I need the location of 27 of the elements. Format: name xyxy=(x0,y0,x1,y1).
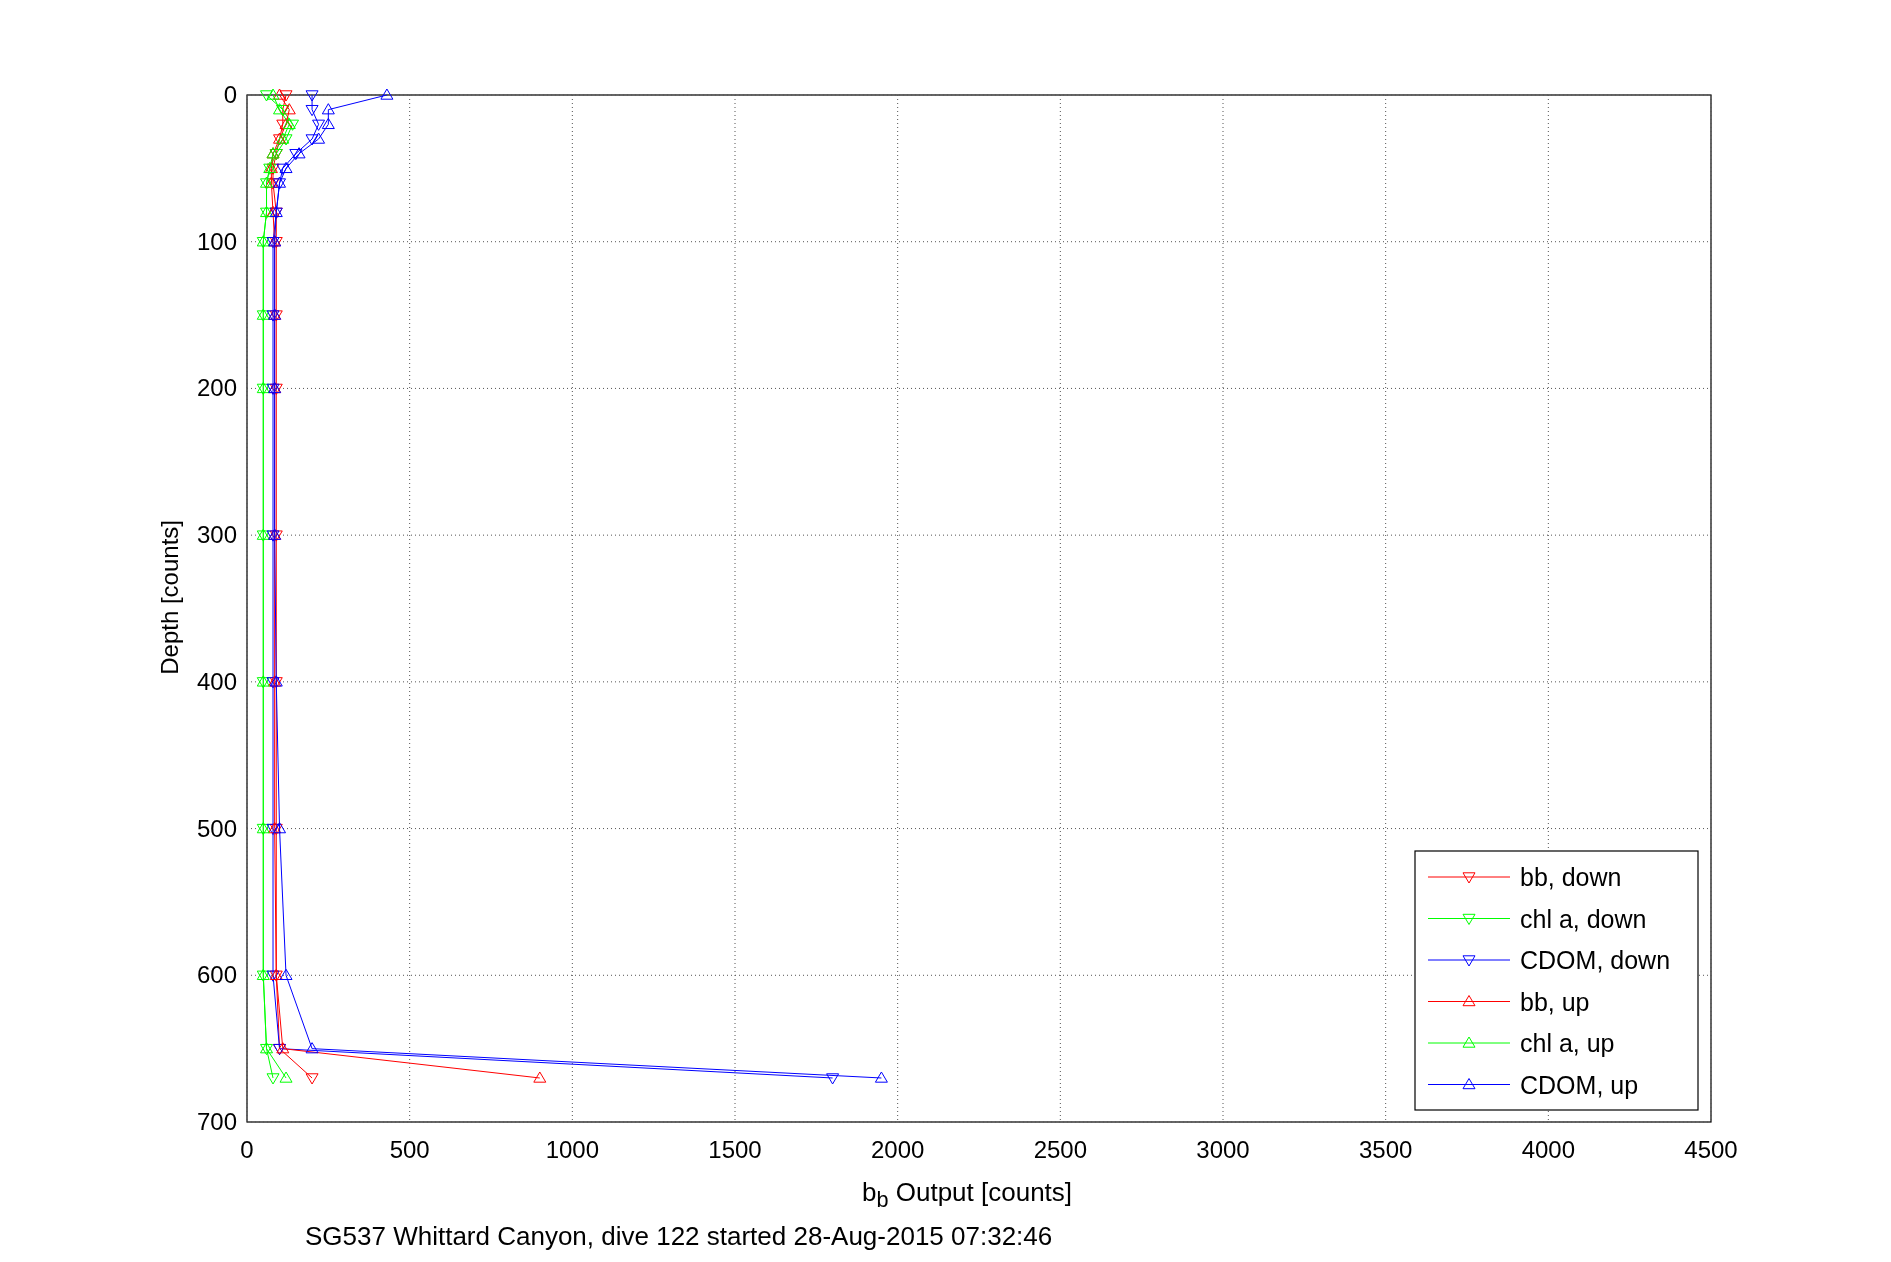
y-tick-label: 300 xyxy=(196,521,237,549)
legend-label: chl a, down xyxy=(1520,904,1647,933)
y-tick-label: 100 xyxy=(196,227,237,255)
x-tick-label: 0 xyxy=(240,1136,254,1163)
y-axis-label: Depth [counts] xyxy=(156,520,184,675)
y-tick-label: 700 xyxy=(196,1108,237,1135)
x-tick-label: 4000 xyxy=(1521,1136,1576,1163)
legend-label: chl a, up xyxy=(1520,1029,1615,1057)
x-tick-label: 3000 xyxy=(1196,1136,1250,1163)
y-tick-label: 600 xyxy=(196,961,237,989)
y-tick-label: 0 xyxy=(223,81,237,108)
y-tick-label: 400 xyxy=(196,667,237,695)
x-tick-label: 4500 xyxy=(1684,1136,1738,1163)
chart-title: SG537 Whittard Canyon, dive 122 started 28-Aug-2015 07:32:46 xyxy=(304,1221,1054,1253)
x-tick-label: 1500 xyxy=(708,1136,762,1163)
x-tick-label: 2000 xyxy=(870,1136,925,1163)
y-tick-label: 500 xyxy=(196,814,237,842)
legend-label: CDOM, up xyxy=(1520,1070,1639,1099)
legend-label: bb, up xyxy=(1520,987,1590,1016)
x-tick-label: 1000 xyxy=(545,1136,600,1163)
x-tick-label: 500 xyxy=(389,1136,430,1163)
x-axis-label: b$_{b}$ Output [counts] xyxy=(861,1177,1074,1214)
legend-label: CDOM, down xyxy=(1520,946,1671,974)
legend-label: bb, down xyxy=(1520,863,1622,891)
y-tick-label: 200 xyxy=(196,374,237,402)
x-tick-label: 2500 xyxy=(1033,1136,1088,1163)
x-tick-label: 3500 xyxy=(1358,1136,1413,1163)
